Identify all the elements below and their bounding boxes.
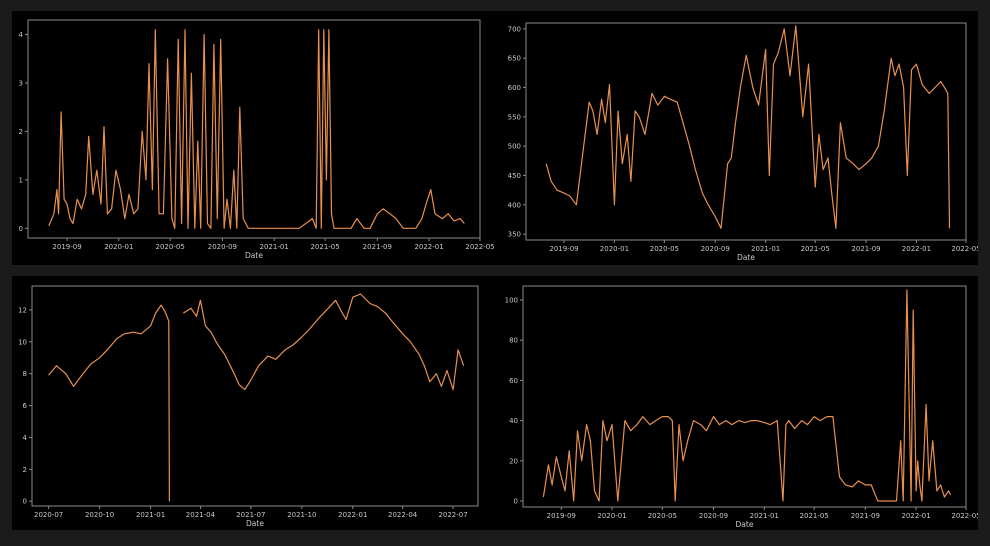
- y-tick-label: 1: [19, 176, 23, 184]
- y-tick-label: 4: [23, 434, 28, 442]
- x-tick-label: 2020-01: [104, 243, 133, 251]
- line-chart-top-left: Date 2019-09 2020-01 2020-05 2020-09 2021-01…: [19, 19, 495, 260]
- line-chart-bottom-left: Date 2020-07 2020-10 2021-01 2021-04 2021-07…: [18, 285, 479, 528]
- x-tick-label: 2022-01: [902, 245, 931, 253]
- x-tick-label: 2022-04: [388, 511, 418, 519]
- x-tick-label: 2021-09: [363, 243, 392, 251]
- line-chart-bottom-right: Date 2019-09 2020-01 2020-05 2020-09 2021-01…: [505, 285, 978, 529]
- y-tick-label: 8: [23, 370, 27, 378]
- x-tick-label: 2021-07: [236, 511, 265, 519]
- y-tick-label: 600: [508, 84, 521, 92]
- x-tick-label: 2021-04: [186, 511, 216, 519]
- x-tick-label: 2022-01: [338, 511, 367, 519]
- series-line: [542, 289, 952, 502]
- y-tick-label: 350: [508, 231, 521, 239]
- x-tick-label: 2021-09: [851, 512, 880, 520]
- y-tick-label: 3: [19, 79, 23, 87]
- chart-panel-top-left: Date 2019-09 2020-01 2020-05 2020-09 2021-01…: [12, 11, 496, 265]
- plot-frame: [27, 19, 481, 239]
- y-tick-label: 0: [514, 497, 518, 505]
- y-tick-label: 550: [508, 113, 521, 121]
- x-tick-label: 2020-05: [650, 245, 679, 253]
- x-tick-label: 2022-07: [438, 511, 467, 519]
- x-tick-label: 2020-05: [156, 243, 185, 251]
- x-tick-label: 2021-01: [260, 243, 289, 251]
- x-tick-label: 2020-09: [208, 243, 237, 251]
- x-tick-label: 2020-01: [600, 245, 629, 253]
- x-tick-label: 2021-05: [800, 512, 829, 520]
- y-tick-label: 6: [23, 402, 28, 410]
- x-tick-label: 2021-01: [136, 511, 165, 519]
- x-axis-label: Date: [737, 253, 755, 262]
- y-tick-label: 80: [509, 337, 518, 345]
- chart-panel-bottom-right: Date 2019-09 2020-01 2020-05 2020-09 2021-01…: [494, 276, 978, 530]
- x-tick-label: 2020-09: [699, 512, 728, 520]
- x-tick-label: 2022-01: [901, 512, 930, 520]
- x-tick-label: 2022-05: [951, 245, 978, 253]
- x-tick-label: 2022-01: [414, 243, 443, 251]
- x-tick-label: 2021-09: [851, 245, 880, 253]
- plot-frame: [522, 285, 967, 508]
- y-tick-label: 20: [509, 457, 518, 465]
- y-tick-label: 0: [23, 498, 27, 506]
- y-tick-label: 12: [18, 306, 27, 314]
- x-tick-label: 2019-09: [549, 245, 578, 253]
- plot-frame: [31, 285, 479, 507]
- series-line: [545, 25, 951, 229]
- y-tick-label: 10: [18, 338, 27, 346]
- series-line: [48, 293, 465, 502]
- y-tick-label: 4: [19, 31, 24, 39]
- line-chart-top-right: Date 2019-09 2020-01 2020-05 2020-09 2021-01…: [508, 22, 978, 262]
- x-tick-label: 2021-05: [310, 243, 339, 251]
- x-tick-label: 2022-05: [465, 243, 494, 251]
- x-axis-label: Date: [736, 520, 754, 529]
- x-tick-label: 2020-07: [34, 511, 63, 519]
- x-tick-label: 2020-01: [597, 512, 626, 520]
- x-tick-label: 2021-05: [801, 245, 830, 253]
- y-tick-label: 400: [508, 201, 521, 209]
- x-tick-label: 2019-09: [52, 243, 81, 251]
- chart-panel-bottom-left: Date 2020-07 2020-10 2021-01 2021-04 2021-07…: [12, 276, 496, 530]
- x-tick-label: 2021-10: [287, 511, 316, 519]
- y-tick-label: 0: [19, 225, 23, 233]
- y-tick-label: 650: [508, 55, 521, 63]
- x-tick-label: 2021-01: [751, 245, 780, 253]
- x-tick-label: 2020-09: [701, 245, 730, 253]
- y-tick-label: 2: [19, 128, 23, 136]
- y-tick-label: 40: [509, 417, 518, 425]
- chart-panel-top-right: Date 2019-09 2020-01 2020-05 2020-09 2021-01…: [494, 11, 978, 265]
- x-axis-label: Date: [245, 251, 263, 260]
- series-line: [48, 29, 465, 229]
- x-tick-label: 2021-01: [750, 512, 779, 520]
- y-tick-label: 60: [509, 377, 518, 385]
- y-tick-label: 100: [505, 297, 518, 305]
- x-tick-label: 2019-09: [547, 512, 576, 520]
- x-tick-label: 2022-05: [951, 512, 978, 520]
- x-tick-label: 2020-05: [648, 512, 677, 520]
- x-axis-label: Date: [246, 519, 264, 528]
- y-tick-label: 700: [508, 25, 521, 33]
- x-tick-label: 2020-10: [85, 511, 114, 519]
- y-tick-label: 2: [23, 466, 27, 474]
- y-tick-label: 500: [508, 143, 521, 151]
- y-tick-label: 450: [508, 172, 521, 180]
